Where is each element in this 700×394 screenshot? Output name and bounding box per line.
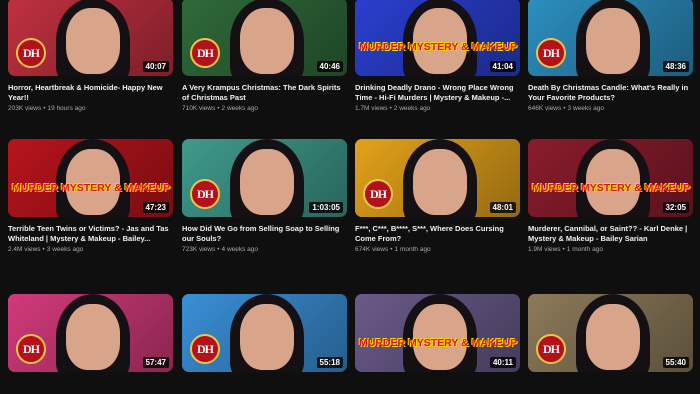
channel-logo-icon: DH bbox=[16, 38, 46, 68]
series-badge: MURDER MYSTERY & MAKEUP bbox=[532, 182, 691, 194]
host-face bbox=[413, 149, 467, 215]
video-thumbnail[interactable]: MURDER MYSTERY & MAKEUP 47:23 bbox=[8, 139, 173, 217]
video-title[interactable]: How Did We Go from Selling Soap to Selli… bbox=[182, 224, 347, 244]
upload-age: 4 weeks ago bbox=[221, 246, 259, 253]
video-card[interactable]: MURDER MYSTERY & MAKEUP 32:05 Murderer, Ca… bbox=[528, 139, 693, 253]
video-card[interactable]: DH 57:47 bbox=[8, 294, 173, 372]
view-count: 1.9M views bbox=[528, 246, 561, 253]
video-meta: 710K views • 2 weeks ago bbox=[182, 105, 347, 112]
view-count: 2.4M views bbox=[8, 246, 41, 253]
video-title[interactable]: Death By Christmas Candle: What's Really… bbox=[528, 83, 693, 103]
video-thumbnail[interactable]: DH 55:40 bbox=[528, 294, 693, 372]
video-thumbnail[interactable]: MURDER MYSTERY & MAKEUP 40:11 bbox=[355, 294, 520, 372]
video-meta: 1.9M views • 1 month ago bbox=[528, 246, 693, 253]
video-thumbnail[interactable]: DH 48:36 bbox=[528, 0, 693, 76]
duration-badge: 41:04 bbox=[489, 61, 516, 72]
channel-logo-icon: DH bbox=[16, 334, 46, 364]
view-count: 646K views bbox=[528, 105, 562, 112]
upload-age: 3 weeks ago bbox=[46, 246, 84, 253]
video-title[interactable]: Murderer, Cannibal, or Saint?? - Karl De… bbox=[528, 224, 693, 244]
channel-logo-icon: DH bbox=[536, 334, 566, 364]
duration-badge: 55:40 bbox=[662, 357, 689, 368]
video-card[interactable]: DH 55:40 bbox=[528, 294, 693, 372]
duration-badge: 1:03:05 bbox=[309, 202, 343, 213]
video-card[interactable]: MURDER MYSTERY & MAKEUP 41:04 Drinking Dea… bbox=[355, 0, 520, 112]
video-meta: 2.4M views • 3 weeks ago bbox=[8, 246, 173, 253]
video-thumbnail[interactable]: DH 40:46 bbox=[182, 0, 347, 76]
channel-logo-icon: DH bbox=[536, 38, 566, 68]
video-grid: DH 40:07 Horror, Heartbreak & Homicide- Ha… bbox=[0, 0, 700, 394]
host-face bbox=[66, 8, 120, 74]
video-title[interactable]: Terrible Teen Twins or Victims? - Jas an… bbox=[8, 224, 173, 244]
view-count: 203K views bbox=[8, 105, 42, 112]
video-thumbnail[interactable]: DH 48:01 bbox=[355, 139, 520, 217]
video-title[interactable]: Drinking Deadly Drano - Wrong Place Wron… bbox=[355, 83, 520, 103]
video-card[interactable]: DH 55:18 bbox=[182, 294, 347, 372]
host-face bbox=[586, 8, 640, 74]
video-meta: 1.7M views • 2 weeks ago bbox=[355, 105, 520, 112]
video-card[interactable]: DH 40:07 Horror, Heartbreak & Homicide- Ha… bbox=[8, 0, 173, 112]
video-card[interactable]: DH 1:03:05 How Did We Go from Selling Soap… bbox=[182, 139, 347, 253]
video-title[interactable]: A Very Krampus Christmas: The Dark Spiri… bbox=[182, 83, 347, 103]
host-face bbox=[66, 304, 120, 370]
video-title[interactable]: F***, C***, B****, S***, Where Does Curs… bbox=[355, 224, 520, 244]
video-meta: 203K views • 19 hours ago bbox=[8, 105, 173, 112]
video-thumbnail[interactable]: DH 1:03:05 bbox=[182, 139, 347, 217]
host-face bbox=[240, 8, 294, 74]
channel-logo-icon: DH bbox=[190, 334, 220, 364]
duration-badge: 40:07 bbox=[142, 61, 169, 72]
duration-badge: 48:01 bbox=[489, 202, 516, 213]
video-card[interactable]: MURDER MYSTERY & MAKEUP 40:11 bbox=[355, 294, 520, 372]
duration-badge: 55:18 bbox=[316, 357, 343, 368]
video-card[interactable]: DH 48:36 Death By Christmas Candle: What's… bbox=[528, 0, 693, 112]
upload-age: 2 weeks ago bbox=[221, 105, 259, 112]
series-badge: MURDER MYSTERY & MAKEUP bbox=[359, 337, 518, 349]
upload-age: 1 month ago bbox=[394, 246, 431, 253]
series-badge: MURDER MYSTERY & MAKEUP bbox=[12, 182, 171, 194]
video-meta: 674K views • 1 month ago bbox=[355, 246, 520, 253]
upload-age: 1 month ago bbox=[566, 246, 603, 253]
channel-logo-icon: DH bbox=[363, 179, 393, 209]
duration-badge: 47:23 bbox=[142, 202, 169, 213]
video-thumbnail[interactable]: DH 57:47 bbox=[8, 294, 173, 372]
video-card[interactable]: DH 40:46 A Very Krampus Christmas: The Dar… bbox=[182, 0, 347, 112]
view-count: 710K views bbox=[182, 105, 216, 112]
host-face bbox=[240, 304, 294, 370]
channel-logo-icon: DH bbox=[190, 38, 220, 68]
view-count: 723K views bbox=[182, 246, 216, 253]
upload-age: 2 weeks ago bbox=[393, 105, 431, 112]
duration-badge: 57:47 bbox=[142, 357, 169, 368]
video-card[interactable]: DH 48:01 F***, C***, B****, S***, Where Do… bbox=[355, 139, 520, 253]
upload-age: 3 weeks ago bbox=[567, 105, 605, 112]
series-badge: MURDER MYSTERY & MAKEUP bbox=[359, 41, 518, 53]
video-meta: 723K views • 4 weeks ago bbox=[182, 246, 347, 253]
view-count: 674K views bbox=[355, 246, 389, 253]
host-face bbox=[586, 304, 640, 370]
video-thumbnail[interactable]: MURDER MYSTERY & MAKEUP 41:04 bbox=[355, 0, 520, 76]
video-thumbnail[interactable]: MURDER MYSTERY & MAKEUP 32:05 bbox=[528, 139, 693, 217]
video-title[interactable]: Horror, Heartbreak & Homicide- Happy New… bbox=[8, 83, 173, 103]
host-face bbox=[240, 149, 294, 215]
upload-age: 19 hours ago bbox=[47, 105, 86, 112]
duration-badge: 40:46 bbox=[316, 61, 343, 72]
video-card[interactable]: MURDER MYSTERY & MAKEUP 47:23 Terrible Tee… bbox=[8, 139, 173, 253]
video-thumbnail[interactable]: DH 55:18 bbox=[182, 294, 347, 372]
view-count: 1.7M views bbox=[355, 105, 388, 112]
channel-logo-icon: DH bbox=[190, 179, 220, 209]
duration-badge: 48:36 bbox=[662, 61, 689, 72]
video-meta: 646K views • 3 weeks ago bbox=[528, 105, 693, 112]
duration-badge: 40:11 bbox=[489, 357, 516, 368]
video-thumbnail[interactable]: DH 40:07 bbox=[8, 0, 173, 76]
duration-badge: 32:05 bbox=[662, 202, 689, 213]
